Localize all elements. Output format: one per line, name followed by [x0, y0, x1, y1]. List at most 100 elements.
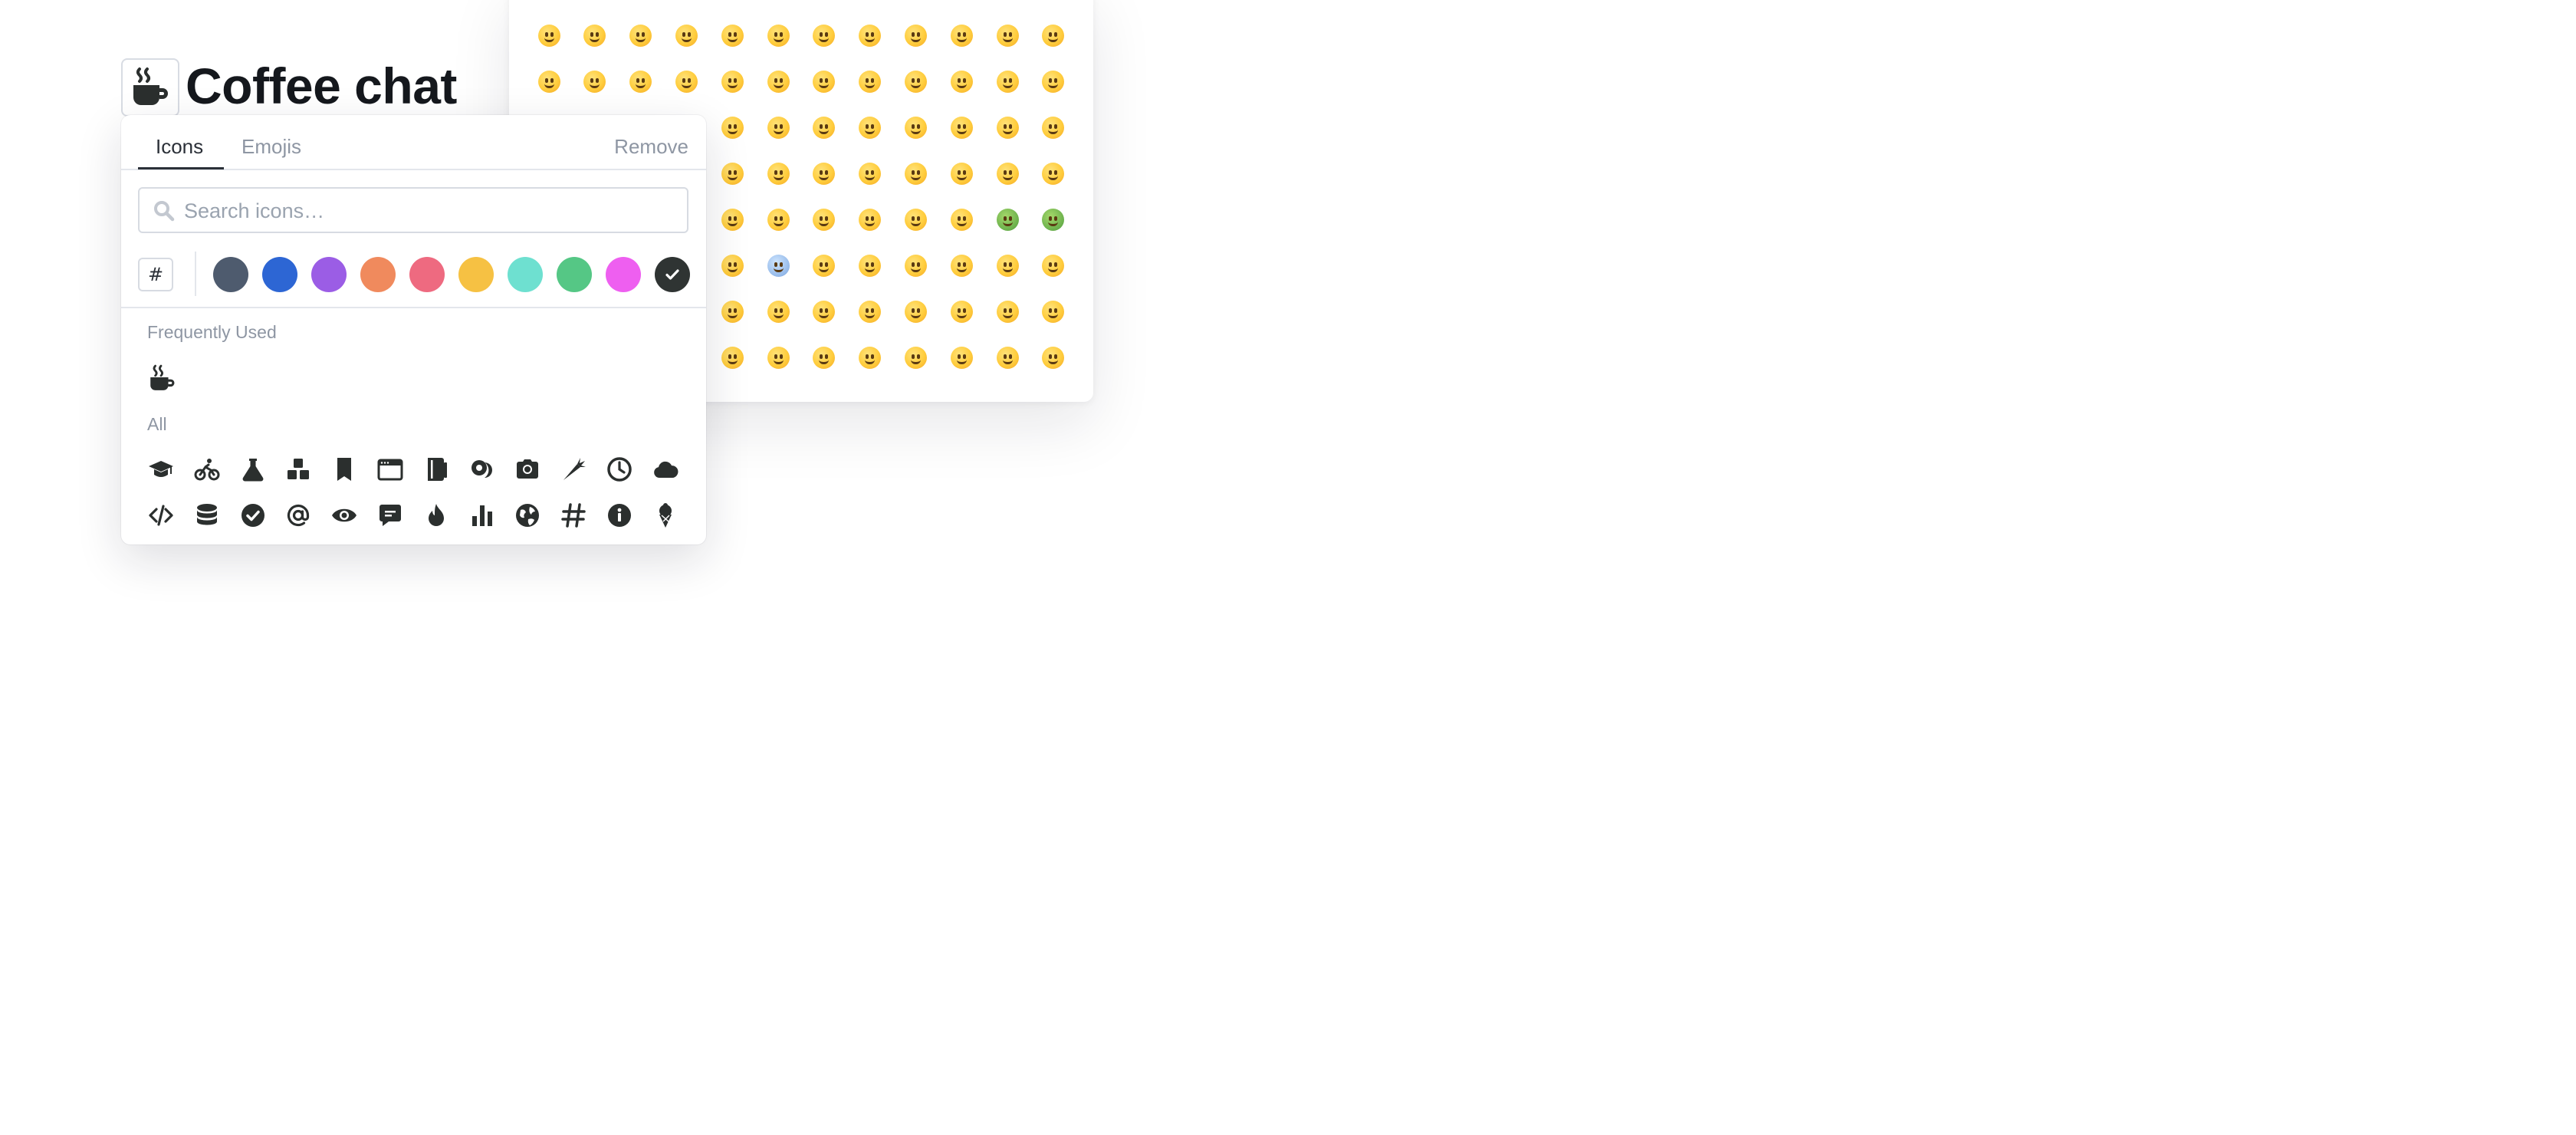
icon-option-graduation-cap[interactable]	[147, 456, 175, 483]
color-swatch[interactable]	[458, 257, 494, 292]
emoji-option[interactable]	[995, 207, 1020, 232]
emoji-option[interactable]	[812, 253, 836, 278]
frequent-icon-mug-hot[interactable]	[147, 364, 175, 392]
emoji-option[interactable]	[995, 253, 1020, 278]
emoji-option[interactable]	[858, 299, 882, 324]
emoji-option[interactable]	[720, 69, 744, 94]
emoji-option[interactable]	[720, 207, 744, 232]
emoji-option[interactable]	[1041, 161, 1066, 186]
color-swatch[interactable]	[213, 257, 248, 292]
emoji-option[interactable]	[903, 299, 928, 324]
emoji-option[interactable]	[766, 69, 790, 94]
emoji-option[interactable]	[949, 345, 974, 370]
emoji-option[interactable]	[1041, 345, 1066, 370]
emoji-option[interactable]	[583, 23, 607, 48]
emoji-option[interactable]	[629, 23, 653, 48]
emoji-option[interactable]	[1041, 299, 1066, 324]
page-title[interactable]: Coffee chat	[186, 57, 457, 115]
icon-option-coins[interactable]	[468, 456, 496, 483]
emoji-option[interactable]	[812, 115, 836, 140]
icon-option-at-sign[interactable]	[284, 502, 312, 529]
emoji-option[interactable]	[903, 345, 928, 370]
emoji-option[interactable]	[1041, 207, 1066, 232]
color-swatch[interactable]	[606, 257, 641, 292]
icon-option-camera[interactable]	[514, 456, 541, 483]
emoji-option[interactable]	[1041, 253, 1066, 278]
emoji-option[interactable]	[1041, 115, 1066, 140]
icon-option-bookmark[interactable]	[330, 456, 358, 483]
icon-option-flask[interactable]	[239, 456, 267, 483]
color-swatch[interactable]	[360, 257, 396, 292]
emoji-option[interactable]	[858, 115, 882, 140]
emoji-option[interactable]	[995, 161, 1020, 186]
emoji-option[interactable]	[903, 161, 928, 186]
icon-option-carrot[interactable]	[560, 456, 587, 483]
emoji-option[interactable]	[995, 23, 1020, 48]
emoji-option[interactable]	[858, 69, 882, 94]
emoji-option[interactable]	[858, 207, 882, 232]
emoji-option[interactable]	[720, 253, 744, 278]
emoji-option[interactable]	[766, 207, 790, 232]
emoji-option[interactable]	[720, 161, 744, 186]
emoji-option[interactable]	[995, 345, 1020, 370]
emoji-option[interactable]	[1041, 69, 1066, 94]
emoji-option[interactable]	[537, 69, 561, 94]
emoji-option[interactable]	[949, 253, 974, 278]
icon-option-code[interactable]	[147, 502, 175, 529]
emoji-option[interactable]	[949, 161, 974, 186]
icon-option-check-circle[interactable]	[239, 502, 267, 529]
tab-emojis[interactable]: Emojis	[242, 135, 301, 159]
emoji-option[interactable]	[720, 299, 744, 324]
icon-option-cubes[interactable]	[284, 456, 312, 483]
emoji-option[interactable]	[995, 299, 1020, 324]
emoji-option[interactable]	[674, 69, 698, 94]
emoji-option[interactable]	[812, 207, 836, 232]
icon-option-book[interactable]	[422, 456, 450, 483]
emoji-option[interactable]	[766, 345, 790, 370]
emoji-option[interactable]	[995, 69, 1020, 94]
emoji-option[interactable]	[812, 345, 836, 370]
emoji-option[interactable]	[766, 23, 790, 48]
color-swatch[interactable]	[262, 257, 297, 292]
custom-color-button[interactable]: #	[138, 258, 173, 291]
emoji-option[interactable]	[903, 253, 928, 278]
color-swatch[interactable]	[409, 257, 445, 292]
emoji-option[interactable]	[903, 115, 928, 140]
icon-option-browser-window[interactable]	[376, 456, 404, 483]
icon-option-hashtag[interactable]	[560, 502, 587, 529]
emoji-option[interactable]	[674, 23, 698, 48]
page-icon-button[interactable]	[121, 58, 179, 117]
emoji-option[interactable]	[995, 115, 1020, 140]
color-swatch[interactable]	[557, 257, 592, 292]
tab-icons[interactable]: Icons	[156, 135, 203, 159]
search-input[interactable]	[184, 196, 675, 225]
color-swatch[interactable]	[508, 257, 543, 292]
emoji-option[interactable]	[949, 23, 974, 48]
emoji-option[interactable]	[903, 23, 928, 48]
emoji-option[interactable]	[858, 23, 882, 48]
emoji-option[interactable]	[858, 253, 882, 278]
color-swatch[interactable]	[311, 257, 347, 292]
emoji-option[interactable]	[766, 115, 790, 140]
emoji-option[interactable]	[720, 23, 744, 48]
icon-option-fire[interactable]	[422, 502, 450, 529]
emoji-option[interactable]	[949, 115, 974, 140]
emoji-option[interactable]	[720, 115, 744, 140]
emoji-option[interactable]	[537, 23, 561, 48]
emoji-option[interactable]	[766, 161, 790, 186]
icon-option-clock[interactable]	[606, 456, 633, 483]
emoji-option[interactable]	[629, 69, 653, 94]
emoji-option[interactable]	[858, 161, 882, 186]
icon-option-comment[interactable]	[376, 502, 404, 529]
search-box[interactable]	[138, 187, 688, 233]
emoji-option[interactable]	[858, 345, 882, 370]
icon-option-bar-chart[interactable]	[468, 502, 496, 529]
emoji-option[interactable]	[583, 69, 607, 94]
icon-option-info-circle[interactable]	[606, 502, 633, 529]
icon-option-ice-cream[interactable]	[652, 502, 679, 529]
icon-option-bicycle[interactable]	[193, 456, 221, 483]
emoji-option[interactable]	[1041, 23, 1066, 48]
emoji-option[interactable]	[812, 161, 836, 186]
emoji-option[interactable]	[812, 23, 836, 48]
emoji-option[interactable]	[949, 207, 974, 232]
